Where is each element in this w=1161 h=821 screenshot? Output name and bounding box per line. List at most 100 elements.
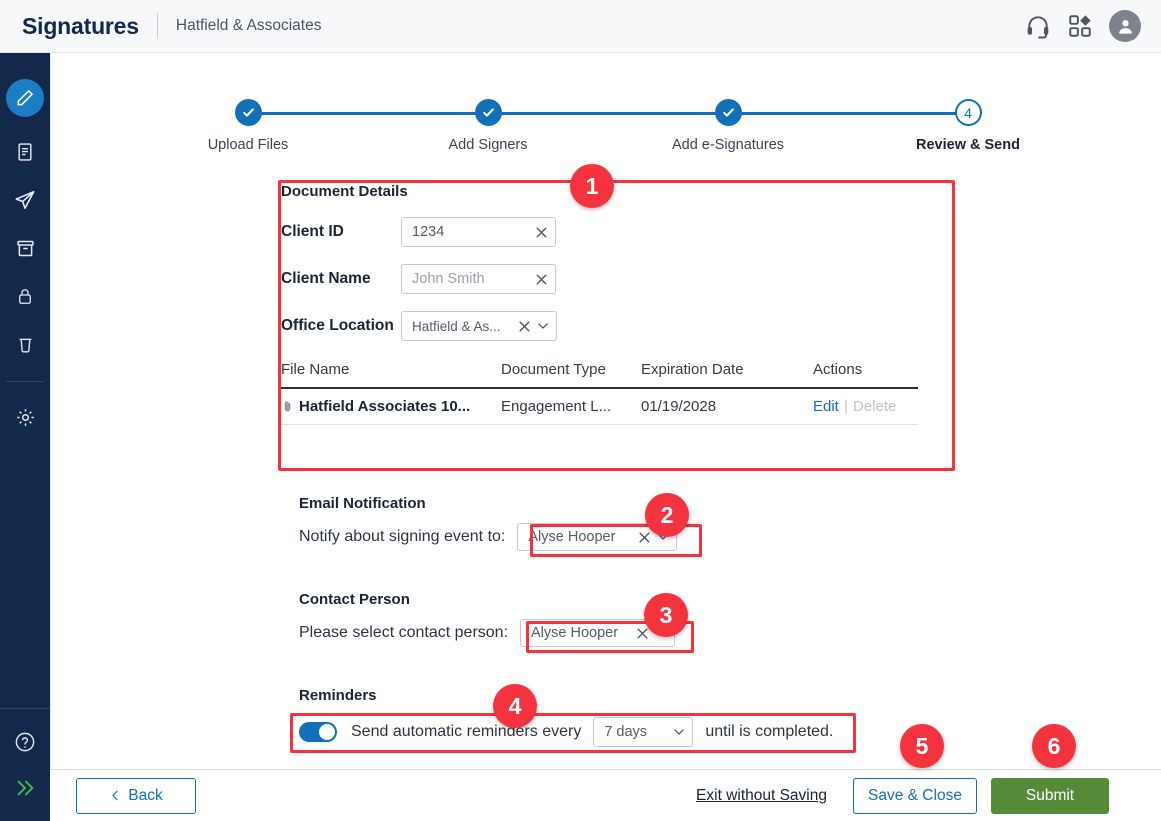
- app-brand-title: Signatures: [22, 12, 139, 39]
- progress-stepper: Upload Files Add Signers Add e-Signature…: [51, 99, 1161, 165]
- stepper-label-1: Upload Files: [207, 137, 289, 153]
- reminder-interval-value: 7 days: [604, 724, 648, 740]
- contact-person-title: Contact Person: [299, 591, 410, 608]
- edit-link[interactable]: Edit: [813, 398, 839, 415]
- sidebar-item-documents[interactable]: [12, 139, 38, 165]
- organization-name: Hatfield & Associates: [175, 17, 322, 34]
- clear-icon[interactable]: [517, 319, 532, 334]
- stepper-check-icon: [234, 99, 262, 126]
- expand-chevrons-icon[interactable]: [14, 777, 36, 799]
- contact-person-label: Please select contact person:: [299, 624, 509, 641]
- reminders-text-before: Send automatic reminders every: [351, 723, 582, 740]
- files-table: File Name Document Type Expiration Date …: [281, 361, 918, 425]
- stepper-label-2: Add Signers: [448, 137, 528, 153]
- stepper-step-2[interactable]: Add Signers: [408, 99, 568, 153]
- contact-person-value: Alyse Hooper: [531, 625, 619, 641]
- trash-icon: [19, 338, 31, 352]
- annotation-badge-2: 2: [645, 493, 689, 537]
- chevron-down-icon[interactable]: [672, 725, 686, 739]
- cell-actions: Edit | Delete: [813, 398, 918, 416]
- reminders-text-after: until is completed.: [705, 723, 834, 740]
- annotation-badge-3: 3: [644, 593, 688, 637]
- save-and-close-button[interactable]: Save & Close: [853, 777, 977, 814]
- check-icon: [722, 108, 734, 117]
- stepper-check-icon: [714, 99, 742, 126]
- reminders-toggle[interactable]: [299, 722, 337, 742]
- help-circle-icon[interactable]: [14, 731, 36, 753]
- action-separator: |: [843, 397, 849, 415]
- stepper-step-3[interactable]: Add e-Signatures: [648, 99, 808, 153]
- stepper-check-icon: [474, 99, 502, 126]
- sidebar-item-secure[interactable]: [12, 283, 38, 309]
- chevron-left-icon: [112, 790, 118, 801]
- sidebar-divider: [6, 381, 44, 382]
- clear-icon[interactable]: [637, 530, 652, 545]
- annotation-badge-4: 4: [493, 684, 537, 728]
- client-name-value: John Smith: [412, 271, 485, 287]
- document-details-panel: Document Details Client ID 1234 Client N…: [281, 183, 953, 425]
- header-actions: [1025, 10, 1141, 42]
- archive-icon: [16, 240, 34, 256]
- column-expiration-date: Expiration Date: [641, 361, 744, 378]
- column-document-type: Document Type: [501, 361, 606, 378]
- apps-grid-icon[interactable]: [1067, 13, 1093, 39]
- contact-person-section: Contact Person Please select contact per…: [299, 591, 676, 647]
- chevron-down-icon[interactable]: [536, 319, 550, 333]
- send-icon: [15, 190, 35, 210]
- stepper-label-4: Review & Send: [916, 137, 1020, 153]
- sidebar-item-settings[interactable]: [12, 404, 38, 430]
- reminders-row: Send automatic reminders every 7 days un…: [299, 717, 833, 747]
- clear-icon[interactable]: [534, 225, 549, 240]
- footer-bar: Back Exit without Saving Save & Close Su…: [50, 769, 1161, 821]
- sidebar-bottom-group: [0, 708, 50, 821]
- sidebar-item-sent[interactable]: [12, 187, 38, 213]
- sidebar-bottom-divider: [0, 708, 50, 709]
- client-name-input[interactable]: John Smith: [401, 264, 556, 294]
- email-notification-section: Email Notification Notify about signing …: [299, 495, 678, 551]
- toggle-knob: [319, 724, 335, 740]
- office-location-label: Office Location: [281, 317, 394, 334]
- headset-icon[interactable]: [1025, 13, 1051, 39]
- column-actions: Actions: [813, 361, 863, 378]
- gear-icon: [16, 408, 34, 426]
- field-row-client-id: Client ID 1234: [281, 217, 953, 247]
- sidebar-item-signatures[interactable]: [6, 79, 44, 117]
- left-sidebar: [0, 53, 50, 821]
- pencil-icon: [17, 90, 33, 106]
- email-notification-title: Email Notification: [299, 495, 426, 512]
- stepper-step-1[interactable]: Upload Files: [168, 99, 328, 153]
- paperclip-icon: [284, 401, 291, 412]
- user-avatar[interactable]: [1109, 10, 1141, 42]
- cell-document-type: Engagement L...: [501, 398, 612, 415]
- reminder-interval-select[interactable]: 7 days: [593, 717, 694, 747]
- lock-icon: [19, 288, 31, 304]
- contact-person-row: Please select contact person: Alyse Hoop…: [299, 619, 676, 647]
- reminders-title: Reminders: [299, 687, 377, 704]
- top-header-bar: Signatures Hatfield & Associates: [0, 0, 1161, 53]
- document-details-title: Document Details: [281, 183, 408, 200]
- submit-button[interactable]: Submit: [991, 777, 1109, 814]
- client-name-label: Client Name: [281, 270, 371, 287]
- sidebar-item-archive[interactable]: [12, 235, 38, 261]
- header-divider: [156, 13, 158, 39]
- file-name-text: Hatfield Associates 10...: [299, 398, 471, 415]
- reminders-section: Reminders Send automatic reminders every…: [299, 687, 833, 747]
- delete-link: Delete: [853, 397, 897, 415]
- back-button[interactable]: Back: [76, 777, 196, 814]
- notify-recipient-value: Alyse Hooper: [528, 529, 616, 545]
- table-row: Hatfield Associates 10... Engagement L..…: [281, 389, 918, 425]
- office-location-value: Hatfield & As...: [412, 318, 501, 334]
- cell-expiration-date: 01/19/2028: [641, 398, 717, 415]
- email-notification-row: Notify about signing event to: Alyse Hoo…: [299, 523, 678, 551]
- client-id-value: 1234: [412, 224, 445, 240]
- exit-without-saving-link[interactable]: Exit without Saving: [696, 787, 827, 805]
- stepper-step-4[interactable]: 4 Review & Send: [888, 99, 1048, 153]
- office-location-select[interactable]: Hatfield & As...: [401, 311, 557, 341]
- stepper-number-4: 4: [954, 99, 982, 126]
- clear-icon[interactable]: [534, 272, 549, 287]
- client-id-input[interactable]: 1234: [401, 217, 556, 247]
- stepper-track: [248, 112, 968, 115]
- sidebar-item-trash[interactable]: [12, 331, 38, 357]
- check-icon: [242, 108, 254, 117]
- check-icon: [482, 108, 494, 117]
